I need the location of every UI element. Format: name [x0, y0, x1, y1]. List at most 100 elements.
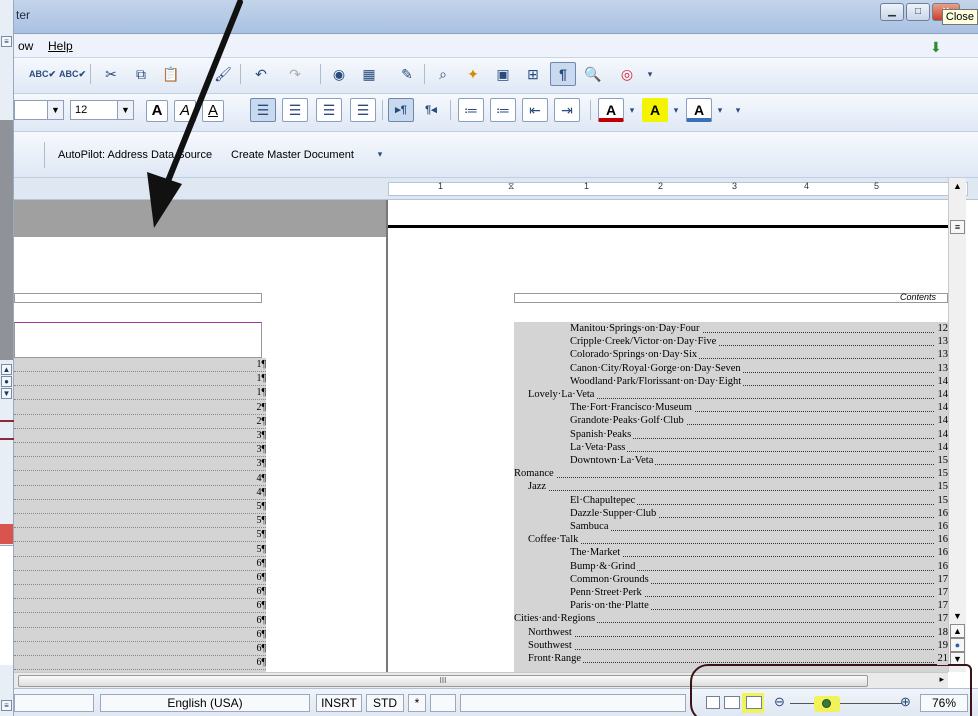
- help-icon[interactable]: ◎: [614, 62, 640, 86]
- status-insert-mode[interactable]: INSRT: [316, 694, 362, 712]
- status-language[interactable]: English (USA): [100, 694, 310, 712]
- toc-entry[interactable]: Jazz 15: [528, 481, 948, 494]
- strip-up-icon[interactable]: ▲: [1, 364, 12, 375]
- toolbar-overflow-icon[interactable]: ▾: [644, 62, 656, 86]
- toc-entry[interactable]: Southwest 19: [528, 639, 948, 652]
- toc-entry[interactable]: El·Chapultepec 15: [570, 494, 948, 507]
- hyperlink-icon[interactable]: ◉: [326, 62, 352, 86]
- decrease-indent-icon[interactable]: ⇤: [522, 98, 548, 122]
- maximize-button[interactable]: □: [906, 3, 930, 21]
- navigation-icon[interactable]: ●: [950, 638, 965, 652]
- toc-entry[interactable]: The·Market 16: [570, 547, 948, 560]
- chevron-down-icon[interactable]: ▾: [626, 98, 638, 122]
- font-color-icon[interactable]: A: [598, 98, 624, 122]
- undo-icon[interactable]: ↶: [248, 62, 274, 86]
- index-line: 2¶: [14, 415, 266, 429]
- toc-entry[interactable]: Northwest 18: [528, 626, 948, 639]
- toc-entry[interactable]: Penn·Street·Perk 17: [570, 587, 948, 599]
- redo-icon[interactable]: ↷: [282, 62, 308, 86]
- strip-bottom-icon[interactable]: ≡: [1, 700, 12, 711]
- copy-icon[interactable]: ⧉: [128, 62, 154, 86]
- toc-entry[interactable]: Woodland·Park/Florissant·on·Day·Eight 14: [570, 375, 948, 388]
- previous-page-icon[interactable]: ▲: [950, 624, 965, 638]
- align-left-icon[interactable]: ☰: [250, 98, 276, 122]
- format-paintbrush-icon[interactable]: 🖌: [210, 62, 236, 86]
- gallery-icon[interactable]: ▣: [490, 62, 516, 86]
- menu-window[interactable]: ow: [18, 39, 33, 53]
- bold-button[interactable]: A: [146, 100, 168, 122]
- toc-entry[interactable]: Spanish·Peaks 14: [570, 428, 948, 441]
- toc-entry[interactable]: Grandote·Peaks·Golf·Club 14: [570, 415, 948, 428]
- toc-entry-label: El·Chapultepec: [570, 494, 638, 506]
- italic-button[interactable]: A: [174, 100, 196, 122]
- table-icon[interactable]: ▦: [356, 62, 382, 86]
- toc-page-number: 12: [936, 323, 948, 335]
- strip-down-icon[interactable]: ▼: [1, 388, 12, 399]
- autospell-icon[interactable]: ABC✔: [58, 62, 86, 86]
- toc-entry[interactable]: Cripple·Creek/Victor·on·Day·Five 13: [570, 336, 948, 349]
- toc-entry[interactable]: Common·Grounds 17: [570, 573, 948, 586]
- formatting-marks-icon[interactable]: ¶: [550, 62, 576, 86]
- toc-entry[interactable]: Downtown·La·Veta 15: [570, 455, 948, 467]
- create-master-document-button[interactable]: Create Master Document: [231, 149, 354, 161]
- vertical-scrollbar[interactable]: ▲ ≡ ▼ ▲ ● ▼: [948, 178, 966, 672]
- zoom-icon[interactable]: 🔍: [580, 62, 606, 86]
- update-icon[interactable]: ⬇: [930, 39, 942, 56]
- horizontal-ruler[interactable]: 1 ⧖ 1 2 3 4 5: [14, 178, 978, 200]
- ruler-tab-marker[interactable]: ⧖: [508, 181, 514, 192]
- toc-entry[interactable]: Bump·&·Grind 16: [570, 560, 948, 573]
- right-header-frame: [514, 293, 948, 303]
- background-color-icon[interactable]: A: [686, 98, 712, 122]
- font-size-combo[interactable]: 12 ▼: [70, 100, 134, 120]
- navigator-icon[interactable]: ✦: [460, 62, 486, 86]
- increase-indent-icon[interactable]: ⇥: [554, 98, 580, 122]
- split-icon[interactable]: ≡: [950, 220, 965, 234]
- status-selection-mode[interactable]: STD: [366, 694, 404, 712]
- strip-circle-icon[interactable]: ●: [1, 376, 12, 387]
- toc-entry[interactable]: Lovely·La·Veta 14: [528, 389, 948, 401]
- chevron-down-icon[interactable]: ▼: [117, 101, 133, 119]
- toc-entry[interactable]: Dazzle·Supper·Club 16: [570, 507, 948, 520]
- toc-entry[interactable]: Coffee·Talk 16: [528, 534, 948, 547]
- find-replace-icon[interactable]: ⌕: [430, 62, 456, 86]
- font-name-combo[interactable]: ▼: [14, 100, 64, 120]
- toc-entry[interactable]: Manitou·Springs·on·Day·Four 12: [570, 323, 948, 335]
- data-sources-icon[interactable]: ⊞: [520, 62, 546, 86]
- cut-icon[interactable]: ✂: [98, 62, 124, 86]
- spellcheck-icon[interactable]: ABC✔: [28, 62, 56, 86]
- ruler-mark: 3: [732, 181, 738, 191]
- align-center-icon[interactable]: ☰: [282, 98, 308, 122]
- scroll-down-icon[interactable]: ▼: [950, 610, 965, 624]
- toc-entry[interactable]: Colorado·Springs·on·Day·Six 13: [570, 349, 948, 362]
- toc-entry[interactable]: The·Fort·Francisco·Museum 14: [570, 402, 948, 415]
- draw-functions-icon[interactable]: ✎: [394, 62, 420, 86]
- toc-entry[interactable]: Canon·City/Royal·Gorge·on·Day·Seven 13: [570, 362, 948, 375]
- highlight-icon[interactable]: A: [642, 98, 668, 122]
- toc-entry[interactable]: Cities·and·Regions 17: [514, 613, 948, 626]
- autopilot-address-button[interactable]: AutoPilot: Address Data Source: [58, 149, 212, 161]
- status-signature[interactable]: [430, 694, 456, 712]
- strip-scroll-icon[interactable]: ≡: [1, 36, 12, 47]
- toc-entry[interactable]: Romance 15: [514, 468, 948, 481]
- bullets-icon[interactable]: ≔: [490, 98, 516, 122]
- scroll-up-icon[interactable]: ▲: [950, 180, 965, 194]
- index-page-number: 1¶: [256, 359, 266, 370]
- toc-entry[interactable]: La·Veta·Pass 14: [570, 441, 948, 454]
- justify-icon[interactable]: ☰: [350, 98, 376, 122]
- align-right-icon[interactable]: ☰: [316, 98, 342, 122]
- paste-icon[interactable]: 📋: [158, 62, 184, 86]
- numbering-icon[interactable]: ≔: [458, 98, 484, 122]
- toc-entry[interactable]: Paris·on·the·Platte 17: [570, 600, 948, 613]
- toolbar-overflow-icon[interactable]: ▾: [374, 142, 386, 166]
- toc-entry-label: Front·Range: [528, 653, 584, 664]
- underline-button[interactable]: A: [202, 100, 224, 122]
- rtl-icon[interactable]: ¶◂: [418, 98, 444, 122]
- ltr-icon[interactable]: ▸¶: [388, 98, 414, 122]
- toc-entry[interactable]: Sambuca 16: [570, 521, 948, 533]
- chevron-down-icon[interactable]: ▼: [47, 101, 63, 119]
- toolbar-overflow-icon[interactable]: ▾: [732, 98, 744, 122]
- chevron-down-icon[interactable]: ▾: [714, 98, 726, 122]
- minimize-button[interactable]: ▁: [880, 3, 904, 21]
- chevron-down-icon[interactable]: ▾: [670, 98, 682, 122]
- menu-help[interactable]: Help: [48, 39, 73, 53]
